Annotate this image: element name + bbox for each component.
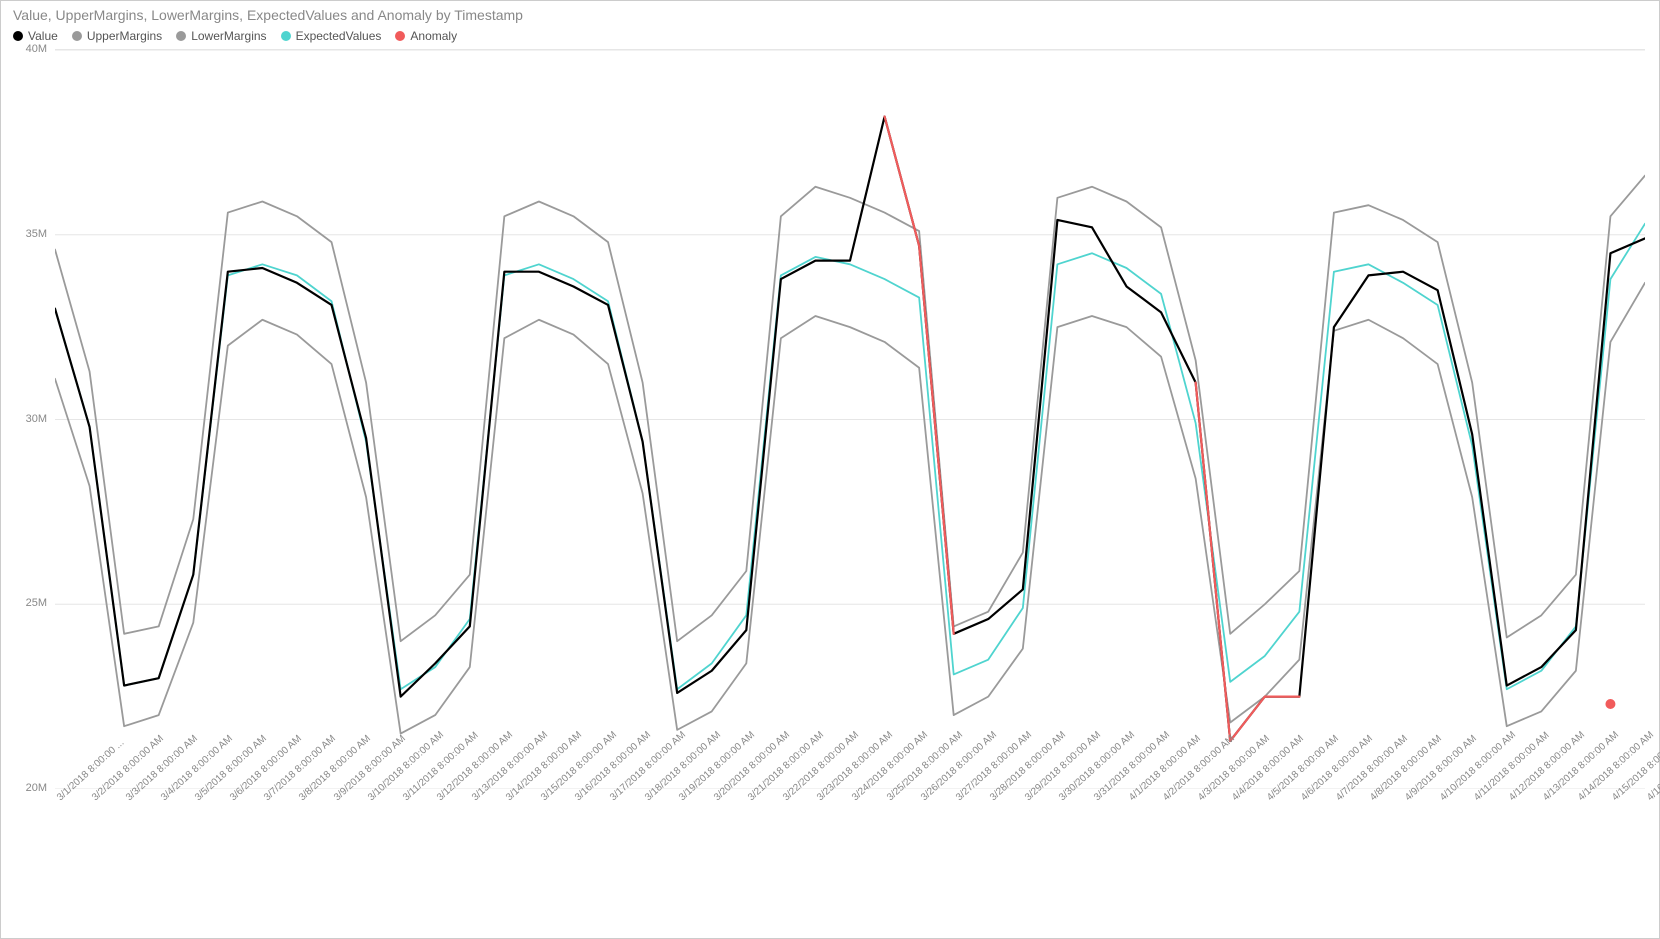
legend-item-anomaly[interactable]: Anomaly (395, 29, 457, 43)
legend-item-upper[interactable]: UpperMargins (72, 29, 162, 43)
legend: Value UpperMargins LowerMargins Expected… (13, 29, 1649, 43)
y-tick-label: 40M (26, 43, 47, 55)
legend-swatch-lower (176, 31, 186, 41)
legend-label-lower: LowerMargins (191, 29, 266, 43)
legend-label-anomaly: Anomaly (410, 29, 457, 43)
y-tick-label: 25M (26, 597, 47, 609)
legend-item-value[interactable]: Value (13, 29, 58, 43)
chart-title: Value, UpperMargins, LowerMargins, Expec… (13, 7, 1649, 23)
legend-label-value: Value (28, 29, 58, 43)
legend-label-upper: UpperMargins (87, 29, 162, 43)
legend-item-lower[interactable]: LowerMargins (176, 29, 266, 43)
legend-label-expected: ExpectedValues (296, 29, 382, 43)
plot-wrap: 20M25M30M35M40M 3/1/2018 8:00:00 ...3/2/… (11, 49, 1649, 889)
y-tick-label: 20M (26, 782, 47, 794)
legend-swatch-anomaly (395, 31, 405, 41)
y-tick-label: 35M (26, 228, 47, 240)
y-axis: 20M25M30M35M40M (11, 49, 51, 789)
plot-area[interactable] (55, 49, 1645, 789)
legend-swatch-value (13, 31, 23, 41)
x-axis: 3/1/2018 8:00:00 ...3/2/2018 8:00:00 AM3… (55, 789, 1645, 889)
legend-item-expected[interactable]: ExpectedValues (281, 29, 382, 43)
legend-swatch-expected (281, 31, 291, 41)
legend-swatch-upper (72, 31, 82, 41)
chart-container: Value, UpperMargins, LowerMargins, Expec… (0, 0, 1660, 939)
chart-svg (55, 50, 1645, 789)
y-tick-label: 30M (26, 413, 47, 425)
